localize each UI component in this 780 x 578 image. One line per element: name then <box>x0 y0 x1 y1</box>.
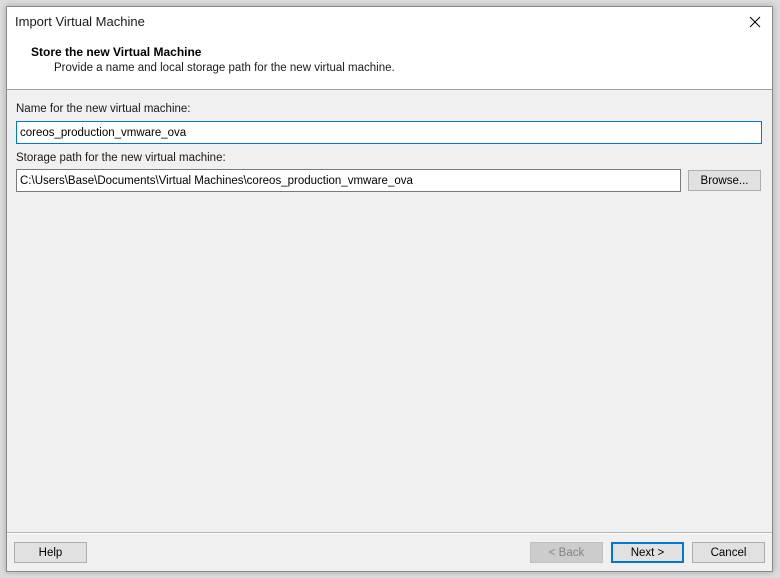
close-button[interactable] <box>738 7 772 37</box>
next-button[interactable]: Next > <box>611 542 684 563</box>
help-button[interactable]: Help <box>14 542 87 563</box>
vm-name-label: Name for the new virtual machine: <box>16 103 191 115</box>
storage-path-label: Storage path for the new virtual machine… <box>16 152 226 164</box>
window-title: Import Virtual Machine <box>15 14 145 29</box>
close-icon <box>749 16 761 28</box>
title-bar: Import Virtual Machine <box>7 7 772 37</box>
import-vm-dialog: Import Virtual Machine Store the new Vir… <box>6 6 773 572</box>
storage-path-input[interactable] <box>16 169 681 192</box>
footer-divider-highlight <box>7 533 772 534</box>
browse-button[interactable]: Browse... <box>688 170 761 191</box>
dialog-header: Import Virtual Machine Store the new Vir… <box>7 7 772 90</box>
step-heading: Store the new Virtual Machine <box>31 45 202 59</box>
vm-name-input[interactable] <box>16 121 762 144</box>
back-button[interactable]: < Back <box>530 542 603 563</box>
cancel-button[interactable]: Cancel <box>692 542 765 563</box>
step-description: Provide a name and local storage path fo… <box>54 62 395 74</box>
